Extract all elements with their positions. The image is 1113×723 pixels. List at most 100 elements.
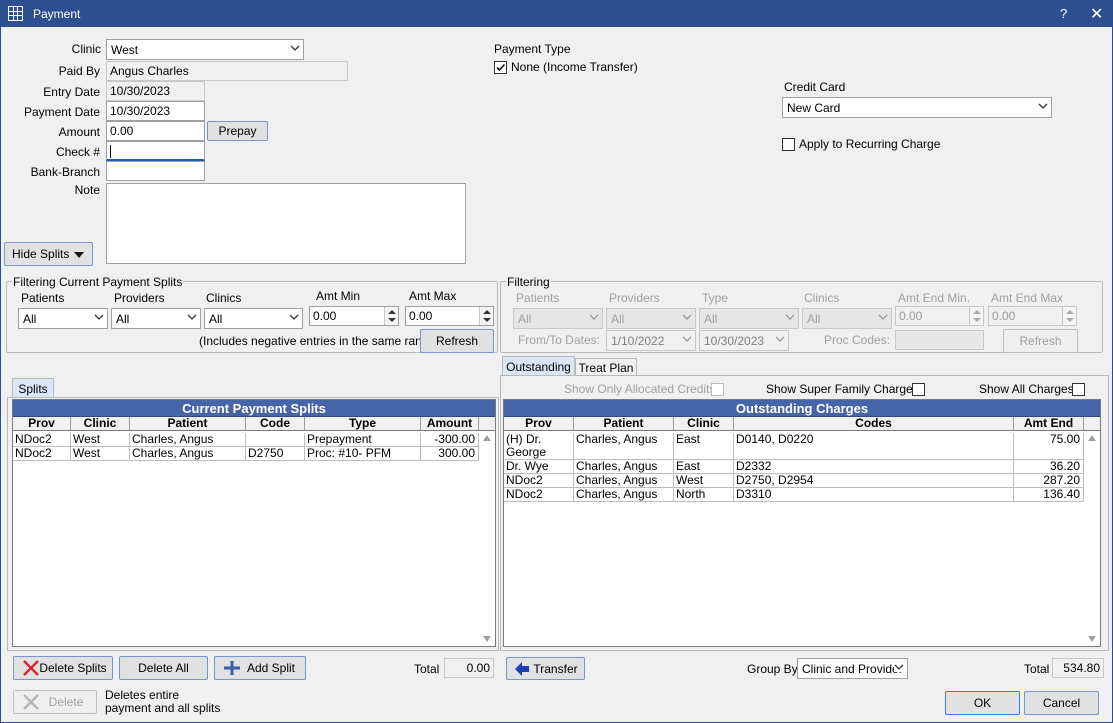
plus-icon <box>224 661 240 675</box>
cell-prov: NDoc2 <box>13 447 71 460</box>
delete-all-button[interactable]: Delete All <box>119 656 208 680</box>
patients-label: Patients <box>21 291 65 305</box>
check-number-field[interactable] <box>106 141 205 161</box>
chevron-down-icon <box>785 314 795 320</box>
splits-grid: Current Payment Splits Prov Clinic Patie… <box>12 399 496 647</box>
table-row[interactable]: NDoc2 Charles, Angus West D2750, D2954 2… <box>504 474 1084 488</box>
col-amount[interactable]: Amount <box>421 417 479 431</box>
hide-splits-button[interactable]: Hide Splits <box>4 242 93 266</box>
spinner-arrows-icon[interactable] <box>479 307 493 325</box>
col-prov[interactable]: Prov <box>13 417 71 431</box>
amt-end-min-spinner[interactable]: 0.00 <box>895 306 984 326</box>
spinner-arrows-icon[interactable] <box>384 307 398 325</box>
col-prov[interactable]: Prov <box>504 417 574 431</box>
col-clinic[interactable]: Clinic <box>674 417 734 431</box>
to-date-picker[interactable]: 10/30/2023 <box>699 330 789 351</box>
proc-codes-field[interactable] <box>895 330 984 350</box>
tab-splits[interactable]: Splits <box>12 378 54 398</box>
amt-end-max-spinner[interactable]: 0.00 <box>988 306 1077 326</box>
col-patient[interactable]: Patient <box>574 417 674 431</box>
splits-total-label: Total <box>414 662 440 676</box>
help-button[interactable]: ? <box>1060 6 1067 21</box>
from-date-value: 1/10/2022 <box>611 334 665 348</box>
col-amt-end[interactable]: Amt End <box>1014 417 1084 431</box>
right-clinics-select[interactable]: All <box>802 308 892 329</box>
col-code[interactable]: Code <box>246 417 305 431</box>
delete-payment-button[interactable]: Delete <box>13 690 97 714</box>
cancel-button[interactable]: Cancel <box>1024 691 1099 715</box>
tab-outstanding[interactable]: Outstanding <box>502 356 575 376</box>
transfer-button[interactable]: Transfer <box>506 657 585 680</box>
group-by-select[interactable]: Clinic and Provider <box>797 658 908 679</box>
table-row[interactable]: NDoc2 West Charles, Angus Prepayment -30… <box>13 433 479 447</box>
refresh-splits-button[interactable]: Refresh <box>420 329 494 353</box>
super-family-checkbox[interactable] <box>912 383 925 396</box>
right-patients-select[interactable]: All <box>513 308 603 329</box>
bank-branch-label: Bank-Branch <box>30 165 100 179</box>
providers-filter-select[interactable]: All <box>111 308 201 329</box>
clinic-select[interactable]: West <box>106 39 304 60</box>
clinics-label: Clinics <box>206 291 242 305</box>
bank-branch-field[interactable] <box>106 161 205 181</box>
table-row[interactable]: NDoc2 Charles, Angus North D3310 136.40 <box>504 488 1084 502</box>
right-providers-value: All <box>611 312 625 326</box>
from-date-picker[interactable]: 1/10/2022 <box>606 330 696 351</box>
add-split-button[interactable]: Add Split <box>214 656 306 680</box>
patients-filter-value: All <box>23 312 37 326</box>
credit-card-select[interactable]: New Card <box>782 97 1052 118</box>
col-clinic[interactable]: Clinic <box>71 417 130 431</box>
prepay-button[interactable]: Prepay <box>207 121 268 141</box>
tab-treat-plan[interactable]: Treat Plan <box>575 358 637 376</box>
allocated-credits-checkbox[interactable] <box>711 383 724 396</box>
col-type[interactable]: Type <box>305 417 421 431</box>
cell-amount: 300.00 <box>421 447 479 460</box>
note-field[interactable] <box>106 183 466 264</box>
cell-amt-end: 36.20 <box>1014 460 1084 473</box>
charges-total-field: 534.80 <box>1052 658 1104 678</box>
recurring-charge-checkbox[interactable] <box>782 138 795 151</box>
type-select[interactable]: All <box>699 308 799 329</box>
delete-x-icon <box>23 660 39 676</box>
chevron-down-icon <box>589 314 599 320</box>
providers-label: Providers <box>114 291 165 305</box>
amt-min-spinner[interactable]: 0.00 <box>309 306 399 326</box>
charges-scrollbar[interactable] <box>1084 431 1100 646</box>
right-providers-select[interactable]: All <box>606 308 696 329</box>
table-row[interactable]: NDoc2 West Charles, Angus D2750 Proc: #1… <box>13 447 479 461</box>
all-charges-checkbox[interactable] <box>1072 383 1085 396</box>
amt-max-spinner[interactable]: 0.00 <box>405 306 494 326</box>
refresh-charges-button[interactable]: Refresh <box>1003 329 1078 353</box>
chevron-down-icon <box>894 662 904 672</box>
chevron-down-icon <box>775 336 785 342</box>
transfer-label: Transfer <box>533 662 578 676</box>
providers-filter-value: All <box>116 312 130 326</box>
close-button[interactable]: ✕ <box>1090 4 1103 24</box>
col-patient[interactable]: Patient <box>130 417 246 431</box>
cell-type: Proc: #10- PFM <box>305 447 421 460</box>
cell-patient: Charles, Angus <box>130 447 246 460</box>
right-patients-value: All <box>518 312 532 326</box>
clinics-filter-select[interactable]: All <box>204 308 303 329</box>
chevron-down-icon <box>878 314 888 320</box>
col-codes[interactable]: Codes <box>734 417 1014 431</box>
cell-clinic: West <box>674 474 734 487</box>
cell-prov: (H) Dr. George <box>504 433 574 459</box>
splits-scrollbar[interactable] <box>479 431 495 646</box>
income-transfer-checkbox[interactable] <box>494 61 507 74</box>
cell-amt-end: 75.00 <box>1014 433 1084 459</box>
right-providers-label: Providers <box>609 291 660 305</box>
payment-date-field[interactable]: 10/30/2023 <box>106 101 205 121</box>
amt-end-max-label: Amt End Max <box>991 291 1064 305</box>
income-transfer-label: None (Income Transfer) <box>511 60 638 74</box>
recurring-charge-label: Apply to Recurring Charge <box>799 137 941 151</box>
table-row[interactable]: Dr. Wye Charles, Angus East D2332 36.20 <box>504 460 1084 474</box>
clinic-value: West <box>111 43 139 57</box>
spinner-arrows-icon[interactable] <box>1062 307 1076 325</box>
delete-splits-button[interactable]: Delete Splits <box>13 656 113 680</box>
amount-field[interactable]: 0.00 <box>106 121 205 141</box>
patients-filter-select[interactable]: All <box>18 308 108 329</box>
spinner-arrows-icon[interactable] <box>969 307 983 325</box>
ok-button[interactable]: OK <box>945 691 1020 715</box>
arrow-left-icon <box>515 662 529 676</box>
table-row[interactable]: (H) Dr. George Charles, Angus East D0140… <box>504 433 1084 460</box>
